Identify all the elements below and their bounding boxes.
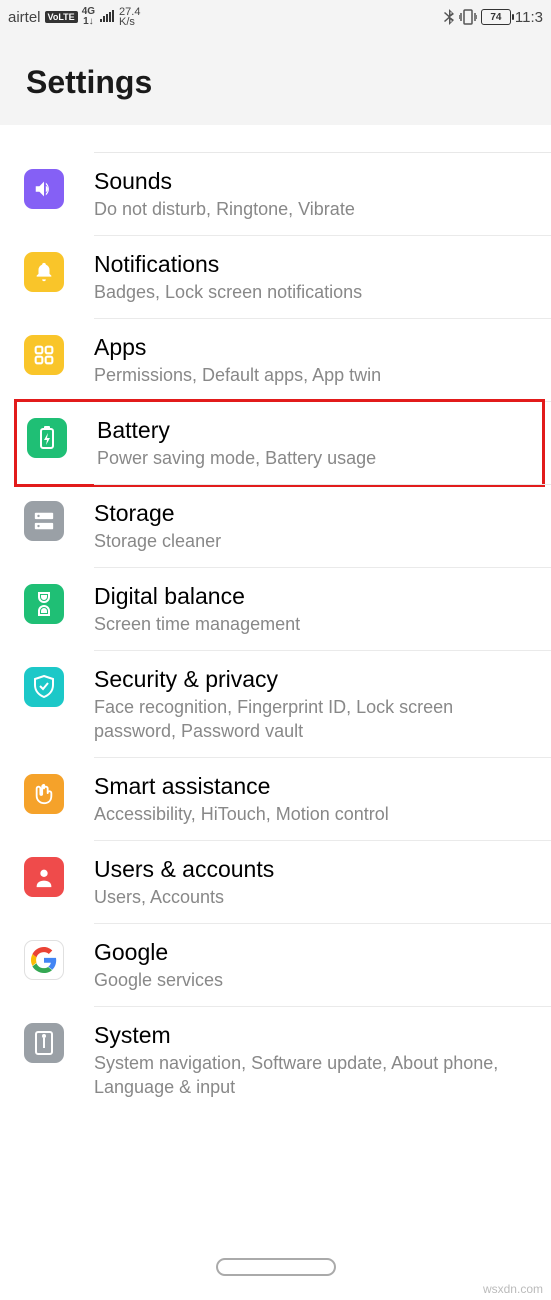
row-title: Sounds [94,167,539,195]
sounds-icon [24,169,64,209]
row-title: Notifications [94,250,539,278]
carrier-label: airtel [8,9,41,26]
row-title: Smart assistance [94,772,539,800]
row-title: Security & privacy [94,665,539,693]
row-title: Users & accounts [94,855,539,883]
bluetooth-icon [443,9,455,25]
home-indicator[interactable] [216,1258,336,1276]
status-bar: airtel VoLTE 4G 1↓ 27.4 K/s 74 11:3 [0,0,551,34]
apps-icon [24,335,64,375]
row-subtitle: Face recognition, Fingerprint ID, Lock s… [94,695,539,743]
clock: 11:3 [515,9,543,26]
storage-icon [24,501,64,541]
notifications-icon [24,252,64,292]
battery-icon [27,418,67,458]
row-security[interactable]: Security & privacy Face recognition, Fin… [0,651,551,757]
google-icon [24,940,64,980]
page-title: Settings [26,64,525,101]
row-sounds[interactable]: Sounds Do not disturb, Ringtone, Vibrate [0,153,551,235]
status-left: airtel VoLTE 4G 1↓ 27.4 K/s [8,7,140,27]
row-title: Apps [94,333,539,361]
battery-icon: 74 [481,9,511,25]
row-subtitle: Screen time management [94,612,539,636]
vibrate-icon [459,9,477,25]
row-title: Battery [97,416,536,444]
row-google[interactable]: Google Google services [0,924,551,1006]
row-storage[interactable]: Storage Storage cleaner [0,485,551,567]
speed-indicator: 27.4 K/s [119,7,140,27]
security-icon [24,667,64,707]
status-right: 74 11:3 [443,9,543,26]
row-battery[interactable]: Battery Power saving mode, Battery usage [27,402,542,484]
row-apps[interactable]: Apps Permissions, Default apps, App twin [0,319,551,401]
system-icon [24,1023,64,1063]
network-indicator: 4G 1↓ [82,7,95,27]
row-system[interactable]: System System navigation, Software updat… [0,1007,551,1113]
row-title: System [94,1021,539,1049]
users-icon [24,857,64,897]
row-digital-balance[interactable]: Digital balance Screen time management [0,568,551,650]
volte-badge: VoLTE [45,11,78,23]
row-smart-assistance[interactable]: Smart assistance Accessibility, HiTouch,… [0,758,551,840]
row-subtitle: Google services [94,968,539,992]
smart-assistance-icon [24,774,64,814]
row-subtitle: Users, Accounts [94,885,539,909]
digital-balance-icon [24,584,64,624]
row-notifications[interactable]: Notifications Badges, Lock screen notifi… [0,236,551,318]
row-subtitle: Permissions, Default apps, App twin [94,363,539,387]
row-subtitle: Accessibility, HiTouch, Motion control [94,802,539,826]
page-header: Settings [0,34,551,125]
partial-row-top [94,125,551,153]
row-subtitle: Storage cleaner [94,529,539,553]
row-subtitle: Badges, Lock screen notifications [94,280,539,304]
row-title: Storage [94,499,539,527]
row-users-accounts[interactable]: Users & accounts Users, Accounts [0,841,551,923]
row-title: Digital balance [94,582,539,610]
row-title: Google [94,938,539,966]
row-subtitle: Do not disturb, Ringtone, Vibrate [94,197,539,221]
highlight-box: Battery Power saving mode, Battery usage [14,399,545,487]
watermark: wsxdn.com [483,1282,543,1296]
row-subtitle: Power saving mode, Battery usage [97,446,536,470]
row-subtitle: System navigation, Software update, Abou… [94,1051,539,1099]
settings-list[interactable]: Sounds Do not disturb, Ringtone, Vibrate… [0,125,551,1113]
signal-icon [99,10,115,24]
